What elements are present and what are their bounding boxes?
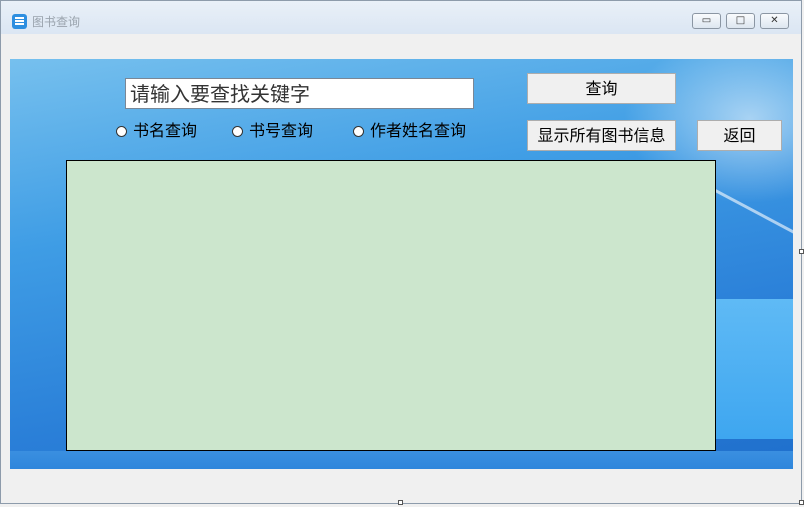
radio-circle-icon[interactable]: [353, 125, 364, 137]
back-button[interactable]: 返回: [697, 120, 782, 151]
radio-circle-icon[interactable]: [232, 125, 243, 137]
background-bottom-band: [10, 451, 793, 469]
minimize-button[interactable]: ▭: [692, 13, 721, 29]
title-bar[interactable]: 图书查询 ▭ □ ✕: [1, 1, 801, 34]
main-window: 图书查询 ▭ □ ✕ 查询 显示所有图书信息 返回 书名查询 书号查询: [0, 0, 802, 504]
window-title: 图书查询: [32, 15, 81, 29]
radio-title-search[interactable]: 书名查询: [116, 121, 197, 141]
close-button[interactable]: ✕: [760, 13, 789, 29]
radio-isbn-search[interactable]: 书号查询: [232, 121, 313, 141]
show-all-books-button[interactable]: 显示所有图书信息: [527, 120, 676, 151]
resize-handle-corner[interactable]: [799, 500, 804, 505]
maximize-icon: □: [735, 15, 746, 26]
maximize-button[interactable]: □: [726, 13, 755, 29]
radio-label: 书名查询: [133, 121, 198, 140]
resize-handle-bottom[interactable]: [398, 500, 403, 505]
background-panel: [716, 299, 793, 439]
close-icon: ✕: [770, 15, 779, 26]
book-list-icon: [12, 14, 27, 29]
radio-label: 书号查询: [249, 121, 314, 140]
search-input[interactable]: [125, 78, 474, 109]
radio-circle-icon[interactable]: [116, 125, 127, 137]
query-button[interactable]: 查询: [527, 73, 676, 104]
radio-label: 作者姓名查询: [370, 121, 467, 140]
form-client-area: 查询 显示所有图书信息 返回 书名查询 书号查询 作者姓名查询: [10, 59, 793, 469]
results-grid[interactable]: [66, 160, 716, 451]
resize-handle-right[interactable]: [799, 249, 804, 254]
minimize-icon: ▭: [701, 15, 712, 26]
radio-author-search[interactable]: 作者姓名查询: [353, 121, 466, 141]
